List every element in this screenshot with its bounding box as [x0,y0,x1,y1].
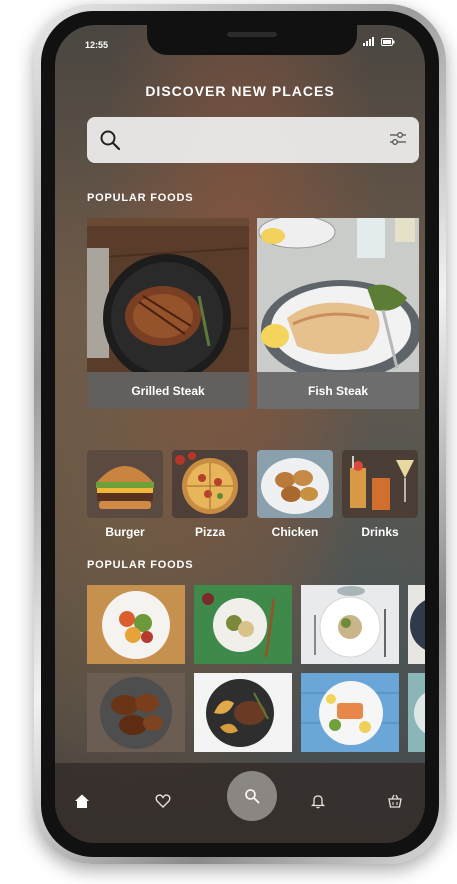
category-pizza[interactable] [172,450,248,518]
tab-notifications[interactable] [306,789,330,813]
food-tile[interactable] [194,585,292,664]
featured-card-label: Grilled Steak [87,372,249,409]
steak-potatoes-image [194,673,292,752]
phone-frame: 12:55 DISCOVER NEW PLACES POPULAR FOODS … [34,4,446,864]
category-burger[interactable] [87,450,163,518]
food-tile[interactable] [408,673,425,752]
search-input[interactable] [129,127,373,155]
category-label: Drinks [361,525,399,539]
app-screen: 12:55 DISCOVER NEW PLACES POPULAR FOODS … [55,25,425,843]
search-icon [245,789,260,804]
pizza-image [172,450,248,518]
food-tile[interactable] [408,585,425,664]
salad-bowl-image [87,585,185,664]
category-chicken[interactable] [257,450,333,518]
category-label: Chicken [271,525,319,539]
drinks-image [342,450,418,518]
chicken-image [257,450,333,518]
heart-icon [155,794,171,808]
phone-bezel: 12:55 DISCOVER NEW PLACES POPULAR FOODS … [41,11,439,857]
bottom-tab-bar [55,763,425,843]
filter-icon[interactable] [389,131,407,147]
basket-icon [388,794,402,808]
food-tile[interactable] [87,673,185,752]
salmon-plate-image [301,673,399,752]
category-label: Burger [105,525,145,539]
bell-icon [310,795,326,809]
food-tile[interactable] [301,585,399,664]
white-plate-image [301,585,399,664]
tab-basket[interactable] [383,789,407,813]
search-icon [100,130,121,151]
signal-icon [363,37,374,46]
tab-favorites[interactable] [151,789,175,813]
food-tile[interactable] [87,585,185,664]
section-title-popular-foods-2: POPULAR FOODS [87,559,194,571]
page-title: DISCOVER NEW PLACES [145,83,335,99]
home-icon [75,794,89,808]
category-drinks[interactable] [342,450,418,518]
burger-image [87,450,163,518]
battery-icon [381,37,395,46]
blue-bowl-image [408,673,425,752]
featured-card-label: Fish Steak [257,372,419,409]
green-plate-image [194,585,292,664]
search-bar[interactable] [87,117,419,163]
tab-search[interactable] [227,771,277,821]
category-label: Pizza [194,525,225,539]
featured-card-fish-steak[interactable]: Fish Steak [257,218,419,409]
dark-plate-image [408,585,425,664]
speaker-grille [227,32,277,37]
roast-chicken-image [87,673,185,752]
food-tile[interactable] [194,673,292,752]
phone-notch [147,25,357,55]
featured-card-grilled-steak[interactable]: Grilled Steak [87,218,249,409]
tab-home[interactable] [70,789,94,813]
section-title-popular-foods: POPULAR FOODS [87,192,194,204]
status-time: 12:55 [85,40,109,50]
food-tile[interactable] [301,673,399,752]
